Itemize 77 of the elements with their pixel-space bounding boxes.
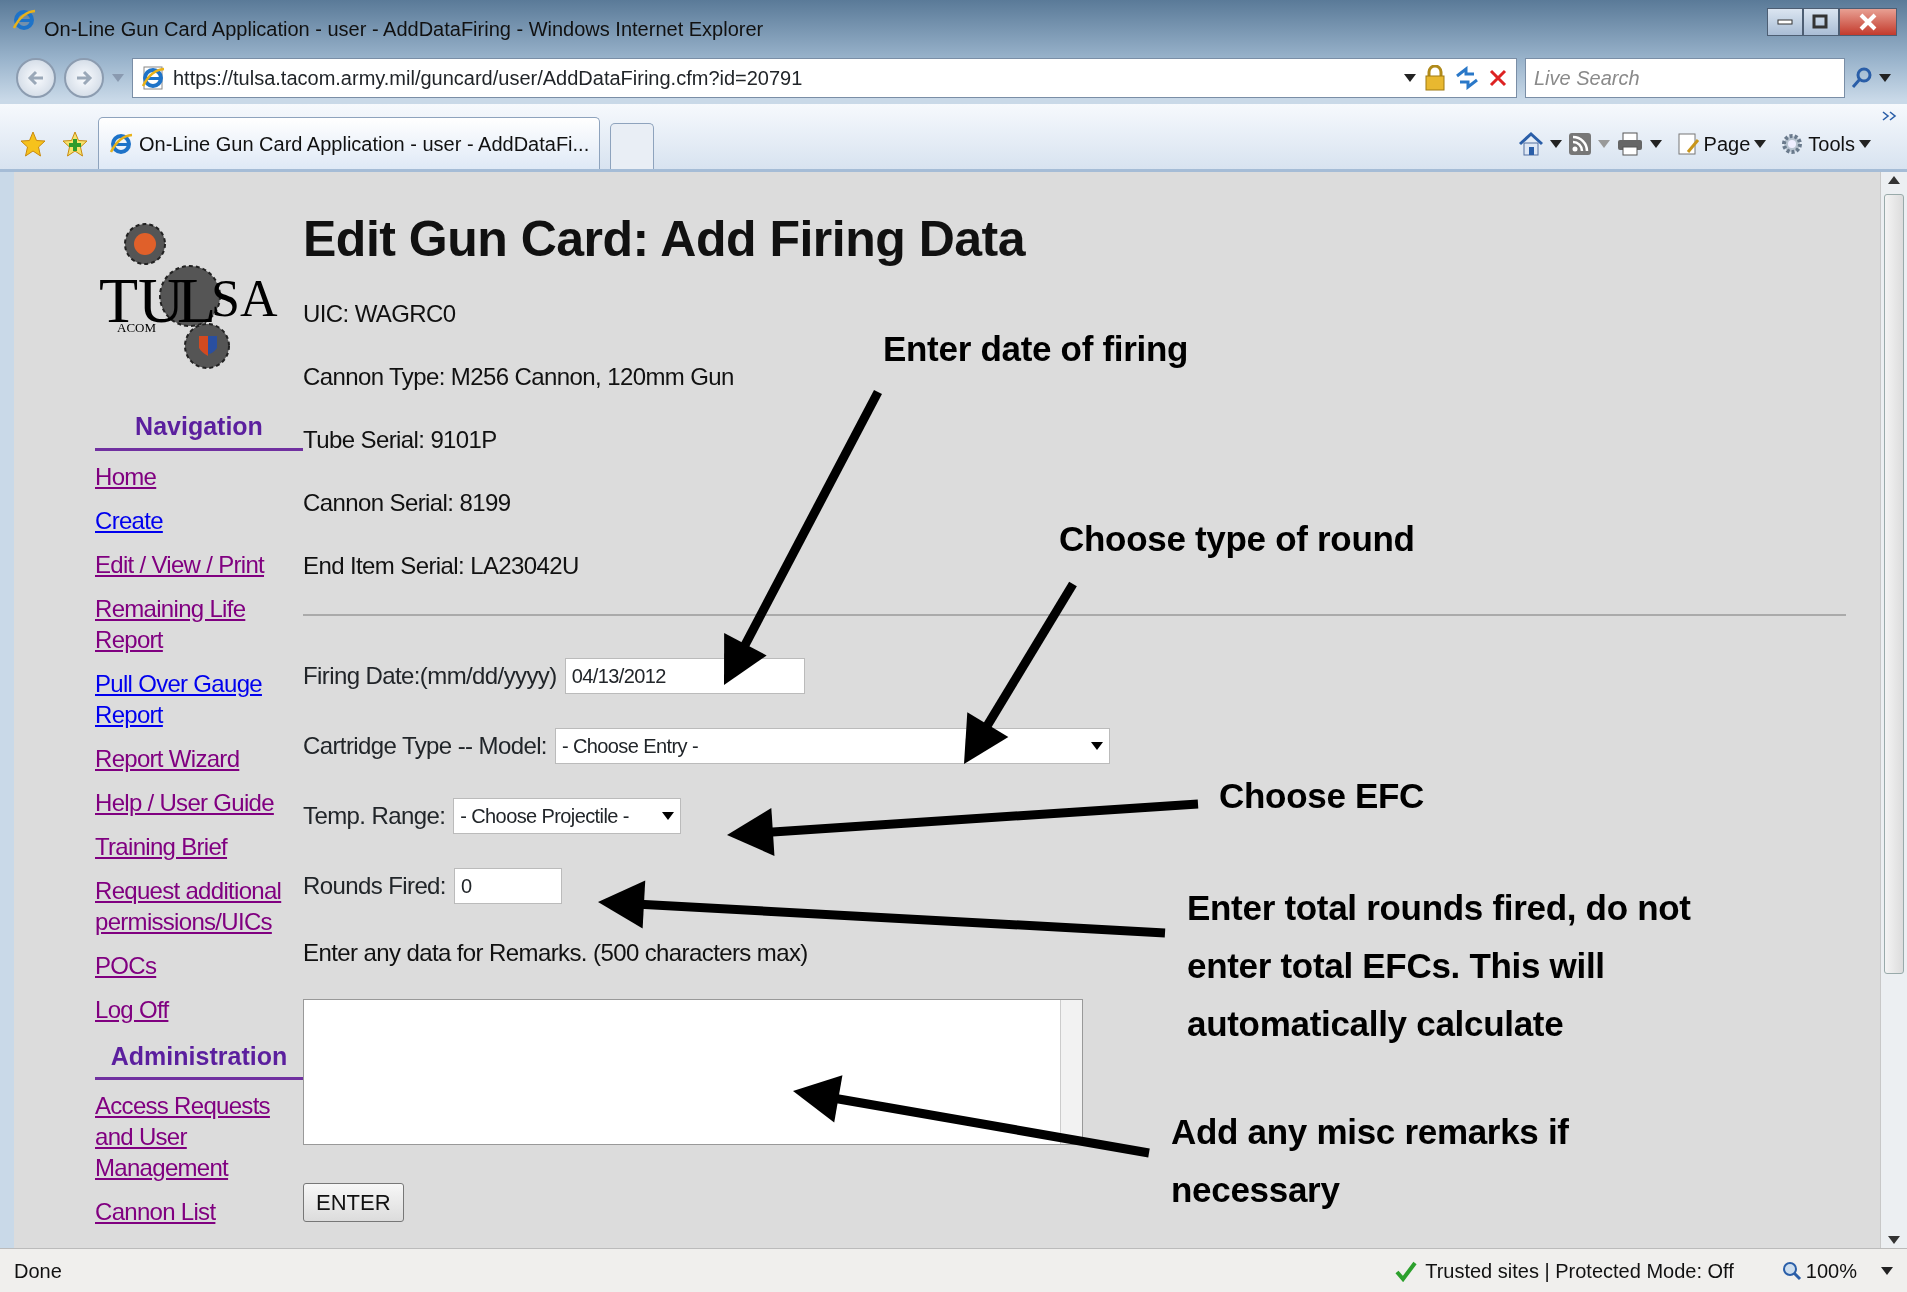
dropdown-caret-icon bbox=[1754, 140, 1767, 148]
select-field[interactable]: - Choose Projectile - bbox=[453, 798, 682, 834]
dropdown-caret-icon bbox=[1090, 742, 1103, 750]
star-icon[interactable] bbox=[20, 131, 46, 157]
tools-menu[interactable]: Tools bbox=[1780, 129, 1871, 159]
search-field[interactable]: Live Search bbox=[1525, 58, 1845, 98]
add-star-icon[interactable] bbox=[62, 131, 88, 157]
home-icon[interactable] bbox=[1517, 131, 1544, 157]
input-field[interactable]: 0 bbox=[453, 868, 562, 904]
field-label: Firing Date:(mm/dd/yyyy) bbox=[303, 661, 557, 691]
gear-icon bbox=[1780, 132, 1805, 156]
field-label: Temp. Range: bbox=[303, 801, 446, 831]
padlock-icon[interactable] bbox=[1424, 65, 1446, 91]
nav-link[interactable]: Remaining Life Report bbox=[95, 592, 303, 655]
ie-logo-icon bbox=[12, 8, 36, 32]
dropdown-caret-icon bbox=[662, 812, 675, 820]
nav-link[interactable]: Edit / View / Print bbox=[95, 548, 303, 580]
nav-link[interactable]: Log Off bbox=[95, 993, 303, 1025]
zoom-level[interactable]: 100% bbox=[1805, 1255, 1857, 1286]
detail-text: Tube Serial: 9101P bbox=[303, 425, 497, 455]
stop-icon[interactable] bbox=[1488, 68, 1508, 88]
scroll-down-icon bbox=[1888, 1236, 1900, 1244]
field-label: Rounds Fired: bbox=[303, 871, 446, 901]
feed-icon[interactable] bbox=[1567, 132, 1592, 156]
zoom-icon[interactable] bbox=[1781, 1260, 1802, 1281]
window-title: On-Line Gun Card Application - user - AddDataFiring - Windows Internet Explorer bbox=[44, 17, 765, 42]
nav-link[interactable]: Request additional permissions/UICs bbox=[95, 874, 303, 937]
maximize-button[interactable] bbox=[1803, 8, 1839, 36]
detail-text: UIC: WAGRC0 bbox=[303, 299, 456, 329]
browser-tab[interactable]: On-Line Gun Card Application - user - AddDataFi... bbox=[98, 117, 601, 169]
input-field[interactable]: 04/13/2012 bbox=[564, 658, 805, 694]
nav-link[interactable]: Create bbox=[95, 504, 303, 536]
page-ie-icon bbox=[141, 66, 165, 90]
minimize-icon bbox=[1777, 19, 1793, 25]
annotation-text: Enter date of firing bbox=[883, 328, 1189, 370]
page-icon bbox=[1675, 132, 1700, 156]
nav-link[interactable]: Help / User Guide bbox=[95, 786, 303, 818]
nav-link[interactable]: Report Wizard bbox=[95, 742, 303, 774]
annotation-text: Add any misc remarks if necessary bbox=[1171, 1111, 1569, 1211]
annotation-text: Enter total rounds fired, do not enter total EFCs. This will automatically calculate bbox=[1187, 887, 1691, 1045]
scrollbar[interactable] bbox=[1880, 172, 1907, 1248]
chevron-icon[interactable] bbox=[1881, 110, 1897, 124]
nav-link[interactable]: POCs bbox=[95, 949, 303, 981]
field-label: Cartridge Type -- Model: bbox=[303, 731, 547, 761]
minimize-button[interactable] bbox=[1767, 8, 1803, 36]
page-menu[interactable]: Page bbox=[1675, 129, 1767, 159]
scroll-up-icon bbox=[1888, 176, 1900, 184]
ie-logo-icon bbox=[109, 131, 133, 156]
select-field[interactable]: - Choose Entry - bbox=[554, 728, 1110, 764]
dropdown-caret-icon bbox=[1859, 140, 1871, 148]
dropdown-caret-icon[interactable] bbox=[1649, 140, 1662, 148]
nav-link[interactable]: Cannon List bbox=[95, 1196, 303, 1227]
security-zone-text: Trusted sites | Protected Mode: Off bbox=[1425, 1258, 1734, 1284]
enter-button[interactable]: ENTER bbox=[303, 1183, 404, 1222]
checkmark-icon bbox=[1395, 1259, 1418, 1282]
nav-link[interactable]: Pull Over Gauge Report bbox=[95, 667, 303, 730]
annotation-text: Choose type of round bbox=[1059, 518, 1415, 560]
nav-link[interactable]: Home bbox=[95, 460, 303, 492]
status-text: Done bbox=[14, 1258, 63, 1284]
detail-text: Cannon Serial: 8199 bbox=[303, 488, 511, 518]
page-heading: Edit Gun Card: Add Firing Data bbox=[303, 210, 1027, 269]
printer-icon[interactable] bbox=[1615, 131, 1644, 157]
refresh-icon[interactable] bbox=[1454, 66, 1480, 90]
nav-link[interactable]: Training Brief bbox=[95, 830, 303, 862]
nav-heading: Navigation bbox=[95, 408, 303, 451]
annotation-text: Choose EFC bbox=[1219, 775, 1425, 817]
nav-link[interactable]: Access Requests and User Management bbox=[95, 1090, 303, 1183]
detail-text: End Item Serial: LA23042U bbox=[303, 551, 579, 581]
close-button[interactable] bbox=[1839, 8, 1897, 36]
dropdown-caret-icon[interactable] bbox=[1879, 74, 1891, 82]
search-icon[interactable] bbox=[1851, 67, 1873, 89]
dropdown-caret-icon[interactable] bbox=[1404, 74, 1416, 82]
detail-text: Cannon Type: M256 Cannon, 120mm Gun bbox=[303, 362, 734, 392]
remarks-field[interactable] bbox=[303, 999, 1083, 1145]
remarks-label: Enter any data for Remarks. (500 characters max) bbox=[303, 938, 808, 968]
dropdown-caret-icon[interactable] bbox=[1881, 1266, 1893, 1275]
dropdown-caret-icon[interactable] bbox=[1549, 140, 1562, 148]
